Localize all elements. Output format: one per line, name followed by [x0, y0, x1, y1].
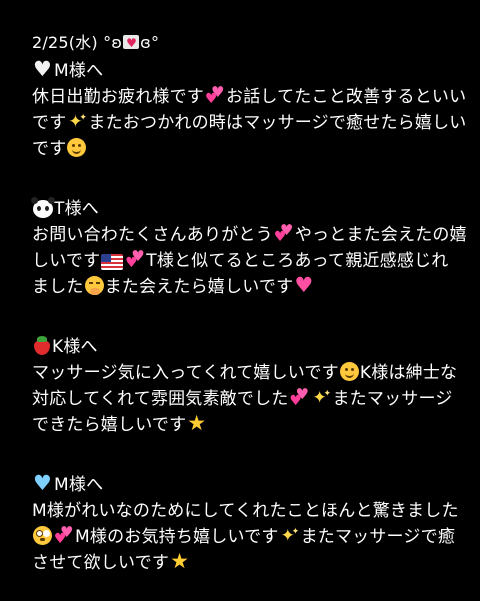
blue-heart-icon	[33, 470, 53, 496]
message-line: です	[32, 136, 450, 162]
message-text: お話してたこと改善するといい	[226, 87, 467, 107]
two-hearts-icon	[289, 381, 309, 414]
message-text: できたら嬉しいです	[32, 415, 187, 435]
message-text: です	[32, 139, 67, 159]
date-text: 2/25(水)	[32, 33, 98, 52]
smiling-face-icon	[339, 362, 359, 381]
message-text: させて欲しいです	[32, 553, 170, 573]
two-hearts-icon	[205, 79, 225, 112]
section-heading: K様へ	[32, 334, 450, 360]
message-line: M様がれいなのためにしてくれたことほんと驚きました	[32, 498, 458, 524]
message-section-m2: M様へ M様がれいなのためにしてくれたことほんと驚きました M様のお気持ち嬉しい…	[32, 470, 458, 576]
message-text: ました	[32, 277, 84, 297]
message-text: です	[32, 113, 67, 133]
kaomoji-left: °ʚ	[103, 33, 123, 52]
us-flag-icon	[101, 254, 124, 270]
date-line: 2/25(水) °ʚ ɞ°	[32, 30, 450, 56]
white-heart-icon	[33, 56, 53, 82]
two-hearts-icon	[274, 217, 294, 250]
section-heading: T様へ	[31, 196, 450, 222]
message-text: お問い合わたくさんありがとう	[32, 225, 273, 245]
message-section-k: K様へ マッサージ気に入ってくれて嬉しいです K様は紳士な 対応してくれて雰囲気素…	[32, 334, 457, 438]
message-line: できたら嬉しいです	[32, 410, 450, 438]
message-text: またおつかれの時はマッサージで癒せたら嬉しい	[88, 113, 467, 133]
heading-text: T様へ	[54, 199, 99, 219]
star-icon	[187, 410, 207, 436]
smiling-face-icon	[67, 138, 87, 157]
message-text: K様は紳士な	[359, 363, 458, 383]
message-line: です またおつかれの時はマッサージで癒せたら嬉しい	[32, 105, 466, 136]
panda-icon	[31, 197, 53, 218]
message-text: しいです	[32, 251, 101, 271]
sparkles-icon	[280, 519, 300, 549]
message-text: M様のお気持ち嬉しいです	[75, 527, 279, 547]
message-line: 休日出勤お疲れ様です お話してたこと改善するといい	[32, 79, 466, 112]
message-line: お問い合わたくさんありがとう やっとまた会えたの嬉	[32, 217, 467, 250]
two-hearts-icon	[54, 519, 74, 552]
post-body: 2/25(水) °ʚ ɞ° M様へ 休日出勤お疲れ様です お話してたこと改善するとい…	[0, 0, 480, 601]
strawberry-icon	[33, 336, 51, 355]
message-section-m1: M様へ 休日出勤お疲れ様です お話してたこと改善するといい です またおつかれの時は…	[32, 56, 466, 162]
pink-heart-icon	[294, 272, 314, 298]
message-line: M様のお気持ち嬉しいです またマッサージで癒	[32, 519, 455, 552]
flushed-face-icon	[33, 526, 52, 545]
sparkles-icon	[311, 381, 331, 411]
message-text: マッサージ気に入ってくれて嬉しいです	[32, 363, 339, 383]
two-hearts-icon	[125, 243, 145, 276]
message-line: ました また会えたら嬉しいです	[32, 272, 450, 300]
message-line: しいです T様と似てるところあって親近感感じれ	[32, 243, 450, 276]
heading-text: M様へ	[54, 61, 104, 81]
shushing-face-icon	[84, 276, 104, 295]
kaomoji-right: ɞ°	[140, 33, 160, 52]
message-text: T様と似てるところあって親近感感じれ	[146, 251, 449, 271]
message-text: やっとまた会えたの嬉	[294, 225, 467, 245]
message-text: また会えたら嬉しいです	[104, 277, 294, 297]
message-text: 休日出勤お疲れ様です	[32, 87, 204, 107]
heading-text: M様へ	[54, 475, 104, 495]
star-icon	[170, 548, 190, 574]
message-text: またマッサージ	[332, 389, 453, 409]
section-heading: M様へ	[32, 56, 450, 84]
message-text: またマッサージで癒	[300, 527, 456, 547]
message-section-t: T様へ お問い合わたくさんありがとう やっとまた会えたの嬉 しいです T様と似てると…	[31, 196, 467, 300]
message-line: させて欲しいです	[32, 548, 450, 576]
message-line: 対応してくれて雰囲気素敵でした またマッサージ	[32, 381, 453, 414]
love-letter-icon	[123, 30, 140, 56]
message-text: 対応してくれて雰囲気素敵でした	[32, 389, 289, 409]
section-heading: M様へ	[32, 470, 450, 498]
heading-text: K様へ	[52, 337, 98, 357]
sparkles-icon	[67, 105, 87, 135]
message-line: マッサージ気に入ってくれて嬉しいです K様は紳士な	[32, 360, 457, 386]
message-text: M様がれいなのためにしてくれたことほんと驚きました	[32, 501, 459, 521]
